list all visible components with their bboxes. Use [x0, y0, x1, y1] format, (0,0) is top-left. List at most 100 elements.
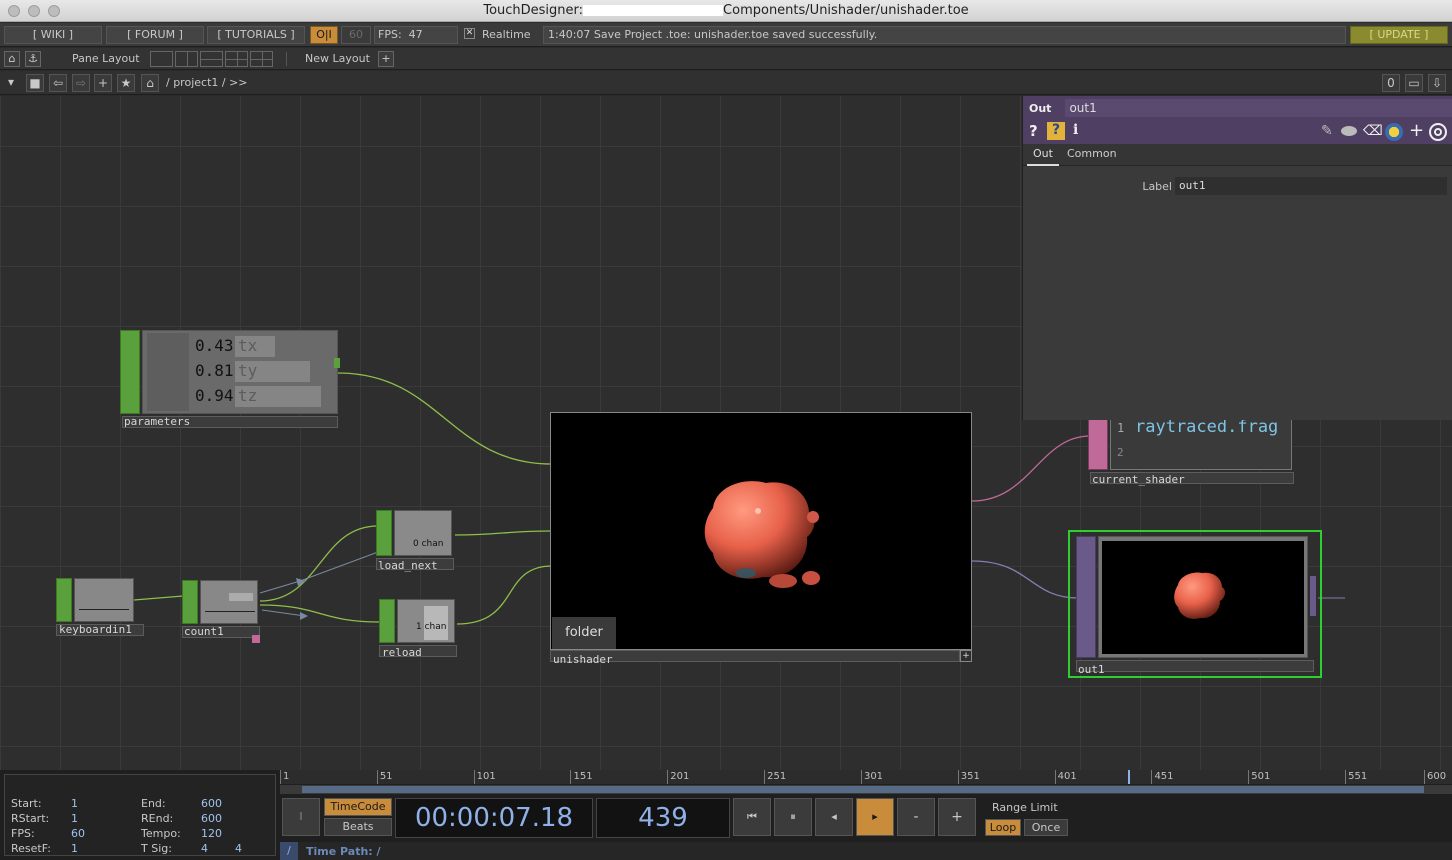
- end-value[interactable]: 600: [201, 797, 222, 810]
- clear-icon[interactable]: ⌫: [1363, 123, 1383, 139]
- tutorials-button[interactable]: [ TUTORIALS ]: [207, 26, 305, 44]
- tsig-numerator[interactable]: 4: [201, 842, 208, 855]
- operator-type: Out: [1029, 101, 1052, 115]
- node-strip: [1088, 414, 1108, 470]
- dat-connector[interactable]: [252, 635, 260, 643]
- current-shader-node[interactable]: 1 raytraced.frag 2 current_shader: [1088, 414, 1296, 486]
- tsig-denominator[interactable]: 4: [235, 842, 242, 855]
- text-viewer: 1 raytraced.frag 2: [1110, 414, 1292, 470]
- beats-button[interactable]: Beats: [324, 818, 392, 836]
- step-minus-button[interactable]: -: [897, 798, 935, 836]
- layout-vsplit-icon[interactable]: [175, 51, 198, 67]
- timeline-ruler[interactable]: 1 51 101 151 201 251 301 351 401 451 501 551 600: [280, 770, 1452, 784]
- edit-pencil-icon[interactable]: ✎: [1321, 123, 1333, 139]
- root-path-button[interactable]: /: [280, 842, 298, 860]
- timecode-display[interactable]: 00:00:07.18: [395, 798, 593, 838]
- node-label[interactable]: unishader: [553, 654, 613, 666]
- rstart-value[interactable]: 1: [71, 812, 78, 825]
- tab-common[interactable]: Common: [1067, 144, 1117, 166]
- parameters-viewer: 0.43 tx 0.81 ty 0.94 tz: [142, 330, 338, 414]
- resetf-value[interactable]: 1: [71, 842, 78, 855]
- pause-icon[interactable]: ⏸: [774, 798, 812, 836]
- count1-node[interactable]: count1: [182, 580, 262, 643]
- node-label[interactable]: keyboardin1: [59, 624, 132, 636]
- viewer-bg: [147, 333, 189, 411]
- fps-cap-field[interactable]: 60: [341, 26, 371, 44]
- node-label[interactable]: current_shader: [1092, 474, 1185, 486]
- once-button[interactable]: Once: [1024, 819, 1068, 836]
- info-icon[interactable]: i: [1073, 122, 1078, 138]
- network-path[interactable]: / project1 / >>: [166, 76, 248, 89]
- help-icon[interactable]: ?: [1029, 122, 1038, 140]
- loop-button[interactable]: Loop: [985, 819, 1021, 836]
- network-view-icon[interactable]: ⌂: [4, 51, 20, 67]
- range-fill[interactable]: [302, 786, 1424, 793]
- forward-arrow-icon[interactable]: ⇨: [72, 74, 90, 92]
- count-viewer: [200, 580, 258, 624]
- timecode-button[interactable]: TimeCode: [324, 798, 392, 816]
- pane-layout-label: Pane Layout: [72, 52, 140, 65]
- update-button[interactable]: [ UPDATE ]: [1350, 26, 1448, 44]
- reload-node[interactable]: 1 chan reload: [379, 599, 459, 661]
- rend-value[interactable]: 600: [201, 812, 222, 825]
- wiki-button[interactable]: [ WIKI ]: [4, 26, 102, 44]
- target-icon[interactable]: [1429, 123, 1447, 141]
- fps-value[interactable]: 60: [71, 827, 85, 840]
- parameters-node[interactable]: 0.43 tx 0.81 ty 0.94 tz: [120, 330, 340, 430]
- output-connector[interactable]: [334, 358, 340, 368]
- stop-icon[interactable]: ■: [26, 74, 44, 92]
- step-back-icon[interactable]: ◂: [815, 798, 853, 836]
- playhead[interactable]: [1128, 770, 1131, 784]
- i-button[interactable]: I: [282, 798, 320, 836]
- node-strip: [120, 330, 140, 414]
- home-icon[interactable]: ⌂: [141, 74, 159, 92]
- realtime-checkbox[interactable]: ✕: [464, 28, 475, 39]
- pane-down-icon[interactable]: ⇩: [1428, 74, 1446, 92]
- tempo-value[interactable]: 120: [201, 827, 222, 840]
- add-layout-button[interactable]: +: [378, 51, 394, 67]
- layout-single-icon[interactable]: [150, 51, 173, 67]
- comment-icon[interactable]: [1341, 126, 1357, 136]
- python-help-icon[interactable]: ?: [1047, 122, 1065, 140]
- forum-button[interactable]: [ FORUM ]: [106, 26, 204, 44]
- label-param-field[interactable]: out1: [1175, 177, 1447, 195]
- node-label[interactable]: load_next: [378, 560, 438, 572]
- maximize-pane-icon[interactable]: ▭: [1405, 74, 1423, 92]
- rewind-to-start-icon[interactable]: ⏮: [733, 798, 771, 836]
- operator-name-field[interactable]: out1: [1065, 99, 1452, 117]
- layout-three-icon[interactable]: [225, 51, 248, 67]
- ruler-tick: 451: [1151, 770, 1174, 784]
- wire-count-loadnext: [259, 525, 379, 602]
- tab-out[interactable]: Out: [1027, 144, 1059, 166]
- out1-node[interactable]: out1: [1068, 530, 1322, 678]
- channel-info: 0 chan: [413, 539, 444, 549]
- back-arrow-icon[interactable]: ⇦: [49, 74, 67, 92]
- node-label[interactable]: reload: [382, 647, 422, 659]
- node-label[interactable]: parameters: [124, 416, 190, 428]
- node-label[interactable]: out1: [1078, 664, 1105, 676]
- layout-hsplit-icon[interactable]: [200, 51, 223, 67]
- channel-row: 0.43 tx: [191, 334, 335, 359]
- unishader-node[interactable]: folder unishader +: [550, 412, 974, 666]
- node-label[interactable]: count1: [184, 626, 224, 638]
- add-operator-icon[interactable]: +: [94, 74, 112, 92]
- range-bar[interactable]: [280, 785, 1452, 794]
- pane-menu-icon[interactable]: ▾: [2, 74, 20, 92]
- output-connector[interactable]: [1310, 576, 1316, 616]
- python-icon[interactable]: [1385, 123, 1403, 141]
- frame-display[interactable]: 439: [596, 798, 730, 838]
- anchor-icon[interactable]: ⚓: [25, 51, 41, 67]
- bookmark-star-icon[interactable]: ★: [117, 74, 135, 92]
- wire-count-ref1b: [299, 551, 379, 582]
- fps-display: FPS: 47: [374, 26, 458, 44]
- layout-quad-icon[interactable]: [250, 51, 273, 67]
- load-next-node[interactable]: 0 chan load_next: [376, 510, 456, 572]
- oi-toggle-button[interactable]: O|I: [310, 26, 338, 44]
- play-icon[interactable]: ▸: [856, 798, 894, 836]
- start-value[interactable]: 1: [71, 797, 78, 810]
- step-plus-button[interactable]: +: [938, 798, 976, 836]
- add-custom-param-icon[interactable]: +: [1409, 120, 1424, 141]
- keyboardin1-node[interactable]: keyboardin1: [56, 578, 146, 636]
- node-expand-icon[interactable]: +: [960, 650, 972, 662]
- folder-tab[interactable]: folder: [552, 617, 616, 649]
